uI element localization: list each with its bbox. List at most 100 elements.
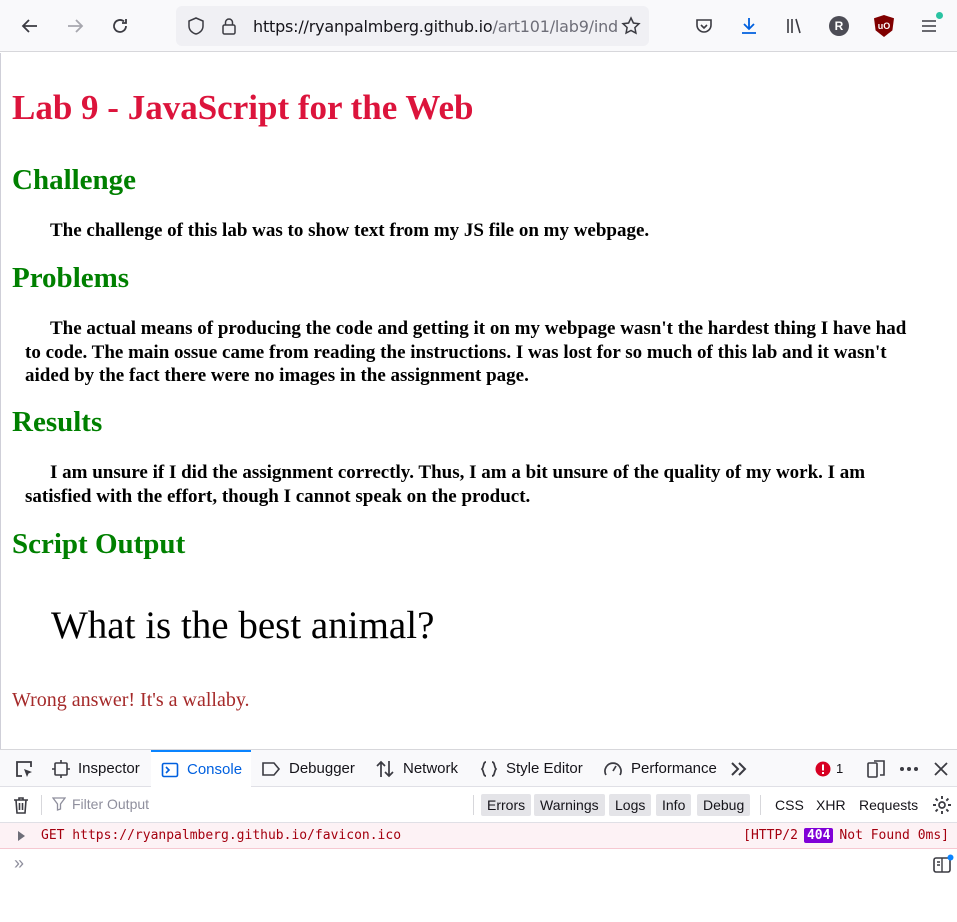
log-status-text: Not Found 0ms] — [839, 828, 949, 843]
separator — [473, 795, 474, 815]
download-icon — [742, 18, 756, 34]
style-editor-icon — [480, 760, 498, 777]
pocket-icon — [696, 19, 712, 33]
pocket-button[interactable] — [688, 10, 720, 42]
separator — [760, 795, 761, 815]
trash-icon — [14, 797, 28, 814]
element-picker-icon — [16, 760, 32, 777]
tab-console-label: Console — [187, 761, 243, 778]
library-icon — [787, 18, 801, 34]
log-protocol: [HTTP/2 — [743, 828, 798, 843]
tab-network-label: Network — [403, 760, 459, 777]
close-devtools-button[interactable] — [932, 750, 950, 787]
browser-toolbar: https://ryanpalmberg.github.io/art101/la… — [0, 0, 957, 52]
heading-challenge: Challenge — [12, 164, 137, 196]
heading-script-output: Script Output — [12, 528, 186, 560]
filter-placeholder: Filter Output — [72, 796, 150, 812]
error-count-button[interactable]: 1 — [815, 750, 843, 787]
tab-inspector[interactable]: Inspector — [52, 750, 140, 787]
tab-performance[interactable]: Performance — [603, 750, 717, 787]
filter-xhr-button[interactable]: XHR — [816, 797, 846, 813]
element-picker-button[interactable] — [10, 750, 38, 787]
separator — [41, 795, 42, 815]
app-menu-button[interactable] — [913, 10, 945, 42]
dock-side-button[interactable] — [866, 750, 886, 787]
bookmark-star-icon[interactable] — [619, 16, 643, 36]
filter-debug-button[interactable]: Debug — [697, 794, 751, 816]
tab-inspector-label: Inspector — [78, 760, 140, 777]
filter-warnings-button[interactable]: Warnings — [534, 794, 605, 816]
ellipsis-icon — [900, 766, 918, 771]
console-log-row[interactable]: GET https://ryanpalmberg.github.io/favic… — [0, 823, 957, 849]
heading-problems: Problems — [12, 262, 130, 294]
console-icon — [161, 762, 179, 777]
clear-console-button[interactable] — [11, 795, 31, 820]
devtools-panel: Inspector Console Debugger Network Style… — [0, 749, 957, 922]
library-button[interactable] — [778, 10, 810, 42]
reload-button[interactable] — [104, 10, 136, 42]
close-icon — [934, 761, 948, 776]
downloads-button[interactable] — [733, 10, 765, 42]
page-content: Lab 9 - JavaScript for the Web Challenge… — [0, 53, 957, 749]
console-filterbar: Filter Output Errors Warnings Logs Info … — [0, 787, 957, 823]
filter-icon — [52, 797, 66, 811]
url-text[interactable]: https://ryanpalmberg.github.io/art101/la… — [253, 17, 618, 36]
ublock-icon: uO — [874, 15, 894, 37]
arrow-left-icon — [21, 19, 37, 33]
ublock-button[interactable]: uO — [868, 10, 900, 42]
arrow-right-icon — [68, 19, 84, 33]
prompt-chevron-icon: » — [14, 853, 25, 873]
devtools-tabbar: Inspector Console Debugger Network Style… — [0, 750, 957, 787]
performance-icon — [604, 761, 622, 775]
inspector-icon — [52, 759, 70, 778]
responsive-design-icon — [867, 759, 885, 778]
network-icon — [376, 760, 394, 777]
tab-performance-label: Performance — [631, 760, 717, 777]
update-dot — [936, 12, 943, 19]
filter-errors-button[interactable]: Errors — [481, 794, 532, 816]
console-settings-button[interactable] — [932, 795, 952, 820]
script-question: What is the best animal? — [51, 604, 435, 647]
hamburger-menu-icon — [922, 20, 936, 32]
filter-input[interactable]: Filter Output — [52, 796, 149, 812]
tab-style-editor-label: Style Editor — [506, 760, 583, 777]
tab-network[interactable]: Network — [375, 750, 458, 787]
challenge-text: The challenge of this lab was to show te… — [50, 220, 650, 241]
tab-console[interactable]: Console — [151, 750, 251, 787]
error-count: 1 — [836, 761, 844, 776]
results-text: I am unsure if I did the assignment corr… — [25, 462, 866, 507]
url-host: https://ryanpalmberg.github.io — [253, 17, 493, 36]
problems-text: The actual means of producing the code a… — [25, 318, 907, 386]
back-button[interactable] — [14, 10, 46, 42]
log-status: [HTTP/2 404 Not Found 0ms] — [743, 828, 949, 843]
lock-icon[interactable] — [219, 16, 239, 36]
debugger-icon — [262, 761, 281, 776]
gear-icon — [933, 796, 951, 814]
filter-css-button[interactable]: CSS — [775, 797, 804, 813]
forward-button[interactable] — [59, 10, 91, 42]
address-bar[interactable]: https://ryanpalmberg.github.io/art101/la… — [176, 6, 649, 46]
chevron-double-right-icon — [731, 761, 747, 776]
filter-logs-button[interactable]: Logs — [609, 794, 652, 816]
filter-info-button[interactable]: Info — [656, 794, 692, 816]
url-path: /art101/lab9/ind — [492, 17, 619, 36]
reload-icon — [113, 19, 127, 33]
console-input[interactable]: » — [14, 853, 24, 874]
avatar: R — [829, 16, 849, 36]
error-icon — [815, 761, 831, 776]
tab-debugger[interactable]: Debugger — [261, 750, 355, 787]
tab-debugger-label: Debugger — [289, 760, 355, 777]
filter-requests-button[interactable]: Requests — [859, 797, 918, 813]
more-tabs-button[interactable] — [729, 750, 749, 787]
script-answer: Wrong answer! It's a wallaby. — [12, 689, 250, 711]
tab-style-editor[interactable]: Style Editor — [480, 750, 583, 787]
split-editor-icon — [933, 854, 954, 873]
status-badge: 404 — [803, 828, 834, 843]
devtools-menu-button[interactable] — [898, 750, 920, 787]
editor-mode-button[interactable] — [932, 854, 954, 879]
shield-icon[interactable] — [186, 16, 206, 36]
expand-triangle-icon[interactable] — [17, 830, 27, 842]
heading-results: Results — [12, 406, 103, 438]
account-button[interactable]: R — [823, 10, 855, 42]
log-message: GET https://ryanpalmberg.github.io/favic… — [41, 828, 402, 843]
